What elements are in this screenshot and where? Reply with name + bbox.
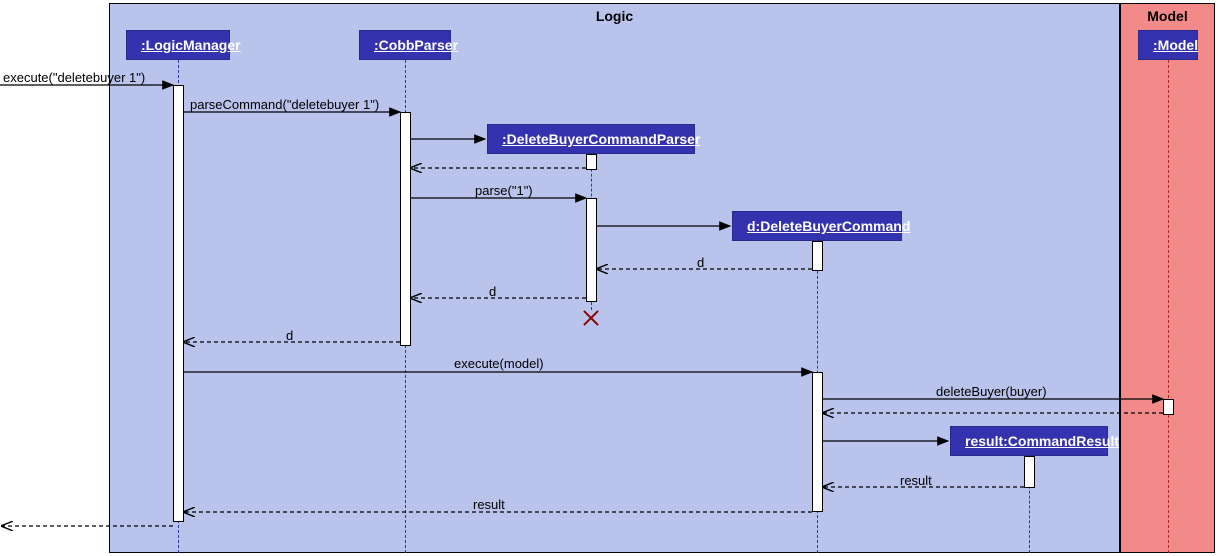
activation-logic-manager <box>173 85 184 522</box>
activation-command-result <box>1024 456 1035 488</box>
model-box-title: Model <box>1121 4 1214 28</box>
lifeline-model <box>1168 60 1169 553</box>
destroy-icon <box>581 308 601 328</box>
msg-parse-1: parse("1") <box>475 183 533 198</box>
sequence-diagram: Logic Model :LogicManager :CobbParser :D… <box>0 0 1220 556</box>
msg-execute-model: execute(model) <box>454 356 544 371</box>
msg-execute-in: execute("deletebuyer 1") <box>3 70 145 85</box>
msg-return-d3: d <box>286 328 293 343</box>
participant-delete-command: d:DeleteBuyerCommand <box>732 211 902 241</box>
participant-model: :Model <box>1138 30 1198 60</box>
participant-delete-parser: :DeleteBuyerCommandParser <box>487 124 695 154</box>
activation-cobb-parser <box>400 112 411 346</box>
activation-model <box>1163 399 1174 415</box>
participant-cobb-parser: :CobbParser <box>359 30 451 60</box>
activation-delete-parser-2 <box>586 198 597 302</box>
participant-command-result: result:CommandResult <box>950 426 1108 456</box>
msg-return-d1: d <box>697 255 704 270</box>
activation-delete-parser-1 <box>586 154 597 170</box>
msg-delete-buyer: deleteBuyer(buyer) <box>936 384 1047 399</box>
msg-return-result2: result <box>473 497 505 512</box>
activation-delete-command-1 <box>812 241 823 271</box>
msg-return-result1: result <box>900 473 932 488</box>
activation-delete-command-2 <box>812 372 823 512</box>
logic-box-title: Logic <box>110 4 1119 28</box>
logic-box: Logic <box>109 3 1120 553</box>
participant-logic-manager: :LogicManager <box>126 30 230 60</box>
msg-parse-command: parseCommand("deletebuyer 1") <box>190 97 379 112</box>
msg-return-d2: d <box>489 284 496 299</box>
